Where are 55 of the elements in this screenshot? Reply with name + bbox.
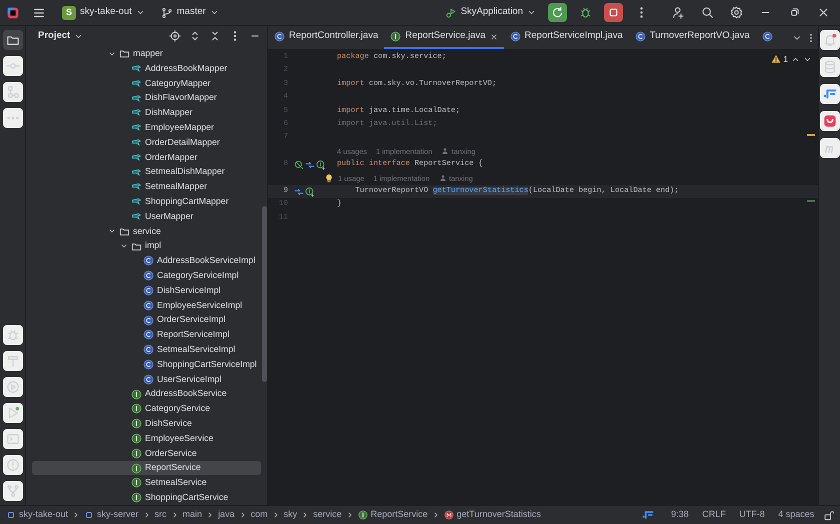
tree-item[interactable]: ShoppingCartServiceImpl [32,357,261,372]
breadcrumb[interactable]: service [313,508,342,522]
breadcrumb[interactable]: main [182,508,202,522]
run-config-dropdown[interactable]: SkyApplication [440,3,540,22]
warning-count[interactable]: 1 [770,53,788,66]
breadcrumb[interactable]: java [218,508,235,522]
editor-tab[interactable]: ReportController.java [268,26,384,49]
tree-item[interactable]: AddressBookService [32,386,261,402]
tree-item[interactable]: SetmealServiceImpl [32,342,261,358]
breadcrumb[interactable]: src [154,508,167,522]
editor-tab[interactable]: ReportServiceImpl.java [504,26,629,49]
tree-item[interactable]: mapper [32,46,261,62]
tree-item[interactable]: OrderMapper [32,150,261,165]
tree-item[interactable]: EmployeeService [32,431,261,446]
tree-item[interactable]: DishMapper [32,105,261,120]
tree-item[interactable]: service [32,224,261,239]
tree-item[interactable]: SetmealService [32,475,261,490]
tree-item[interactable]: CategoryService [32,401,261,416]
breadcrumb[interactable]: sky [284,508,298,522]
breadcrumb[interactable]: sky-server [84,508,139,522]
tree-item[interactable]: CategoryMapper [32,76,261,91]
breadcrumb[interactable]: getTurnoverStatistics [444,508,541,522]
breadcrumb[interactable]: ReportService [358,508,428,522]
tree-item[interactable]: SetmealMapper [32,179,261,194]
branch-dropdown[interactable]: master [156,3,223,22]
project-view-selector[interactable]: Project [34,27,88,46]
indent-setting[interactable]: 4 spaces [773,508,819,522]
caret-position[interactable]: 9:38 [666,508,694,522]
tree-item[interactable]: UserMapper [32,209,261,224]
tree-item[interactable]: ReportService [32,460,261,476]
breadcrumb[interactable]: com [250,508,268,522]
tree-item[interactable]: UserServiceImpl [32,372,261,387]
editor-tab[interactable]: TurnoverReportVO.java [628,26,756,49]
tree-item[interactable]: CategoryServiceImpl [32,268,261,284]
tree-item[interactable]: AddressBookMapper [32,61,261,76]
tree-item[interactable]: EmployeeMapper [32,120,261,136]
tree-item[interactable]: impl [32,238,261,254]
tree-item[interactable]: OrderDetailMapper [32,135,261,150]
project-badge: S [62,6,76,20]
file-encoding[interactable]: UTF-8 [734,508,770,522]
tree-item[interactable]: DishServiceImpl [32,283,261,298]
tree-item[interactable]: ReportServiceImpl [32,327,261,342]
tree-item[interactable]: ShoppingCartMapper [32,194,261,210]
tree-item[interactable]: EmployeeServiceImpl [32,298,261,313]
tree-item[interactable]: OrderService [32,446,261,461]
tree-item[interactable]: AddressBookServiceImpl [32,253,261,268]
tree-item[interactable]: DishService [32,416,261,432]
tree-item[interactable]: SetmealDishMapper [32,164,261,180]
project-switcher[interactable]: S sky-take-out [58,3,149,22]
tree-item[interactable]: DishFlavorMapper [32,90,261,106]
tree-item[interactable]: ShoppingCartService [32,490,261,505]
breadcrumb[interactable]: sky-take-out [6,508,68,522]
tree-item[interactable]: OrderServiceImpl [32,312,261,328]
line-separator[interactable]: CRLF [697,508,730,522]
editor-tab[interactable]: ReportService.java [384,26,504,49]
